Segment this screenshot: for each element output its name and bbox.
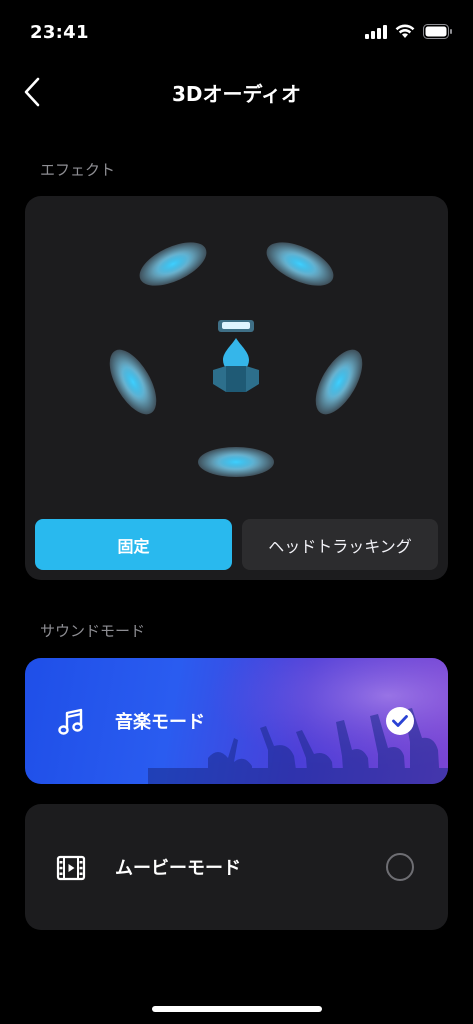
signal-icon [365,24,387,39]
effect-section-label: エフェクト [40,161,116,179]
speaker-right-icon [315,349,363,415]
nav-bar: 3Dオーディオ [0,68,473,114]
music-mode-card[interactable]: 音楽モード [25,658,448,784]
battery-icon [423,24,452,39]
wifi-icon [395,24,415,38]
listener-icon [213,320,259,392]
status-time: 23:41 [30,22,89,43]
checkmark-icon [386,707,414,735]
speaker-top-left-icon [139,242,207,286]
movie-mode-card[interactable]: ムービーモード [25,804,448,930]
effect-card: 固定 ヘッドトラッキング [25,196,448,580]
radio-unselected-icon[interactable] [386,853,414,881]
movie-mode-label: ムービーモード [115,858,241,879]
head-tracking-button[interactable]: ヘッドトラッキング [242,519,438,570]
music-note-icon [58,708,83,735]
speaker-bottom-icon [198,447,274,477]
fixed-button[interactable]: 固定 [35,519,232,570]
page-title: 3Dオーディオ [171,82,302,106]
status-icons [365,24,453,39]
status-bar: 23:41 [0,0,473,60]
home-indicator[interactable] [152,1006,322,1012]
spatial-audio-visual [109,242,363,477]
speaker-top-right-icon [266,242,334,286]
film-icon [56,855,86,881]
speaker-left-icon [109,349,157,415]
sound-mode-section-label: サウンドモード [40,622,146,640]
music-mode-label: 音楽モード [115,712,205,733]
